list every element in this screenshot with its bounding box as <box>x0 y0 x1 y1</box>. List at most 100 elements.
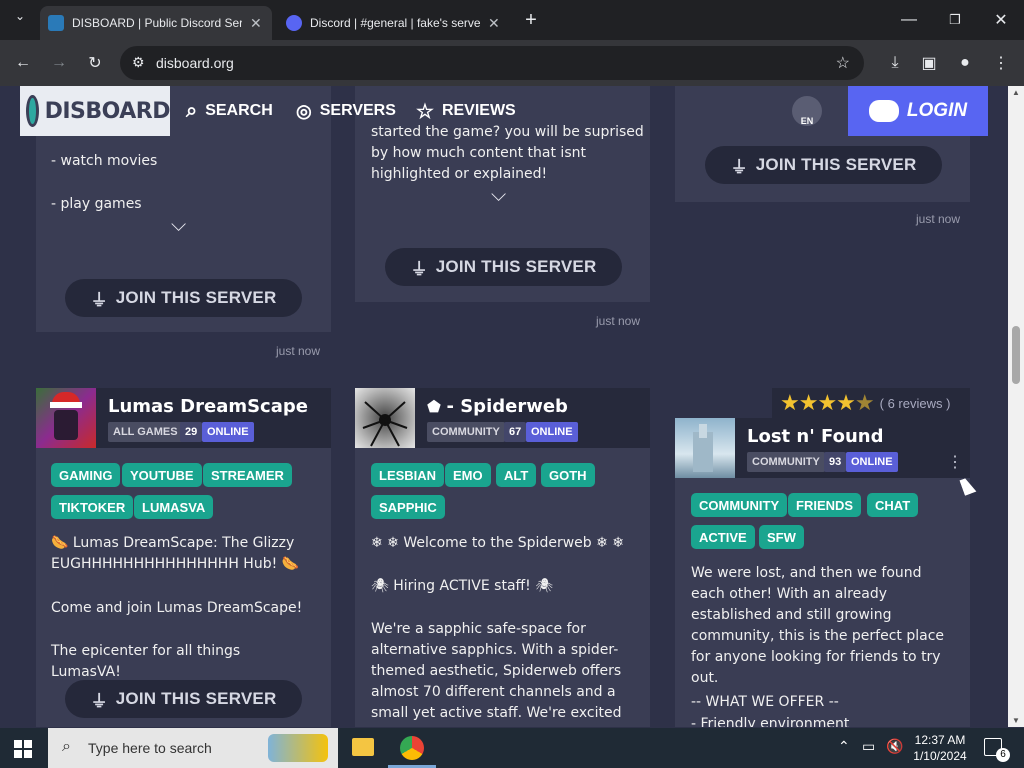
join-label: JOIN THIS SERVER <box>435 257 597 276</box>
card-desc-line: - play games <box>51 196 142 212</box>
bookmark-star-icon[interactable]: ☆ <box>836 53 850 73</box>
tag[interactable]: STREAMER <box>203 463 292 487</box>
card-desc: We were lost, and then we found each oth… <box>691 565 945 686</box>
server-avatar[interactable] <box>355 388 415 448</box>
tag[interactable]: FRIENDS <box>788 493 862 517</box>
server-avatar[interactable] <box>675 418 735 478</box>
expand-chevron-icon[interactable]: ⌵ <box>171 214 186 237</box>
menu-dots-icon[interactable]: ⋮ <box>986 40 1016 86</box>
server-name[interactable]: Lost n' Found <box>747 426 883 447</box>
reload-icon[interactable]: ↻ <box>80 40 110 86</box>
server-card-spiderweb: ⬟ - Spiderweb COMMUNITY 67 ONLINE LESBIA… <box>355 388 650 727</box>
volume-muted-icon[interactable]: 🔇 <box>886 738 903 755</box>
disboard-logo[interactable]: DISBOARD <box>20 86 171 136</box>
file-explorer-icon[interactable] <box>352 738 374 756</box>
tag[interactable]: ALT <box>496 463 537 487</box>
tab-disboard[interactable]: DISBOARD | Public Discord Serv ✕ <box>40 6 272 40</box>
notification-count: 6 <box>996 748 1010 762</box>
close-window-icon[interactable]: ✕ <box>986 0 1016 40</box>
discord-logo-icon <box>868 100 899 122</box>
back-arrow-icon[interactable]: ← <box>8 40 38 86</box>
nav-reviews-label: REVIEWS <box>441 102 516 119</box>
server-name[interactable]: Lumas DreamScape <box>108 396 308 417</box>
join-server-button[interactable]: ⏚ JOIN THIS SERVER <box>385 248 622 286</box>
tag[interactable]: GOTH <box>541 463 595 487</box>
clock-time: 12:37 AM <box>914 733 966 747</box>
nav-servers-label: SERVERS <box>319 102 396 119</box>
card-desc: The epicenter for all things LumasVA! <box>51 643 241 680</box>
restore-icon[interactable]: ❐ <box>940 0 970 40</box>
card-desc-line: by how much content that isnt <box>371 145 586 161</box>
rating-box[interactable]: ★★★★★ ( 6 reviews ) <box>772 388 970 418</box>
language-globe-icon[interactable]: EN <box>792 96 822 126</box>
login-button[interactable]: LOGIN <box>848 86 988 136</box>
nav-reviews[interactable]: ☆ REVIEWS <box>416 96 516 126</box>
chrome-icon[interactable] <box>400 736 424 760</box>
side-panel-icon[interactable]: ▣ <box>914 40 944 86</box>
address-bar[interactable]: ⚙ disboard.org ☆ <box>120 46 864 80</box>
category-badge[interactable]: COMMUNITY <box>427 422 505 442</box>
taskbar-search[interactable]: ⌕ Type here to search <box>48 728 338 768</box>
server-name-row[interactable]: ⬟ - Spiderweb <box>427 396 568 417</box>
download-icon[interactable]: ⤓ <box>880 40 910 86</box>
tray-chevron-icon[interactable]: ⌃ <box>838 738 850 755</box>
card-desc: -- WHAT WE OFFER -- <box>691 694 839 710</box>
search-highlight-icon <box>268 734 328 762</box>
nav-search[interactable]: ⌕ SEARCH <box>186 96 273 126</box>
tag[interactable]: CHAT <box>867 493 919 517</box>
category-badge[interactable]: COMMUNITY <box>747 452 825 472</box>
plug-icon: ⏚ <box>90 290 108 310</box>
tag[interactable]: COMMUNITY <box>691 493 788 517</box>
server-card-lumas: Lumas DreamScape ALL GAMES 29 ONLINE GAM… <box>36 388 331 727</box>
plug-icon: ⏚ <box>410 259 428 279</box>
server-card-lostnfound: Lost n' Found COMMUNITY 93 ONLINE ⋮ COMM… <box>675 418 970 727</box>
join-server-button[interactable]: ⏚ JOIN THIS SERVER <box>65 680 302 718</box>
search-icon: ⌕ <box>62 738 71 755</box>
disboard-favicon-icon <box>48 15 64 31</box>
search-icon: ⌕ <box>186 99 198 122</box>
tag[interactable]: LESBIAN <box>371 463 445 487</box>
tag[interactable]: YOUTUBE <box>122 463 202 487</box>
tag[interactable]: SFW <box>759 525 804 549</box>
close-tab-icon[interactable]: ✕ <box>488 15 500 32</box>
tag[interactable]: LUMASVA <box>134 495 214 519</box>
page-scrollbar[interactable]: ▲ ▼ <box>1008 86 1024 727</box>
discord-favicon-icon <box>286 15 302 31</box>
site-info-icon[interactable]: ⚙ <box>132 54 145 71</box>
join-server-button[interactable]: ⏚ JOIN THIS SERVER <box>705 146 942 184</box>
server-avatar[interactable] <box>36 388 96 448</box>
online-count: 93 <box>824 452 847 472</box>
tag[interactable]: EMO <box>445 463 491 487</box>
reviews-count: ( 6 reviews ) <box>879 395 951 411</box>
spider-icon <box>362 401 408 447</box>
tab-list-chevron-icon[interactable]: ⌄ <box>6 0 34 36</box>
nav-search-label: SEARCH <box>205 102 273 119</box>
join-server-button[interactable]: ⏚ JOIN THIS SERVER <box>65 279 302 317</box>
windows-start-icon[interactable] <box>14 740 32 758</box>
forward-arrow-icon[interactable]: → <box>44 40 74 86</box>
tag[interactable]: SAPPHIC <box>371 495 445 519</box>
network-icon[interactable]: ▭ <box>862 738 875 755</box>
card-desc-line: highlighted or explained! <box>371 166 548 182</box>
expand-chevron-icon[interactable]: ⌵ <box>491 184 506 207</box>
more-options-icon[interactable]: ⋮ <box>947 452 963 472</box>
server-name: - Spiderweb <box>446 396 568 417</box>
tag[interactable]: GAMING <box>51 463 121 487</box>
close-tab-icon[interactable]: ✕ <box>250 15 262 32</box>
nav-servers[interactable]: ◎ SERVERS <box>296 96 396 126</box>
profile-icon[interactable]: ● <box>950 40 980 86</box>
online-label: ONLINE <box>526 422 578 442</box>
category-badge[interactable]: ALL GAMES <box>108 422 183 442</box>
timestamp: just now <box>908 206 969 232</box>
tag[interactable]: TIKTOKER <box>51 495 134 519</box>
clock[interactable]: 12:37 AM 1/10/2024 <box>912 732 968 764</box>
logo-text: DISBOARD <box>44 98 171 124</box>
new-tab-plus-icon[interactable]: + <box>516 0 546 40</box>
tag[interactable]: ACTIVE <box>691 525 755 549</box>
clock-date: 1/10/2024 <box>913 749 967 763</box>
card-desc: - Friendly environment <box>691 716 850 727</box>
minimize-icon[interactable]: — <box>894 0 924 40</box>
page-content: - watch movies - play games ⌵ ⏚ JOIN THI… <box>0 86 1008 727</box>
tab-discord[interactable]: Discord | #general | fake's serve ✕ <box>278 6 510 40</box>
scrollbar-thumb[interactable] <box>1012 326 1020 384</box>
